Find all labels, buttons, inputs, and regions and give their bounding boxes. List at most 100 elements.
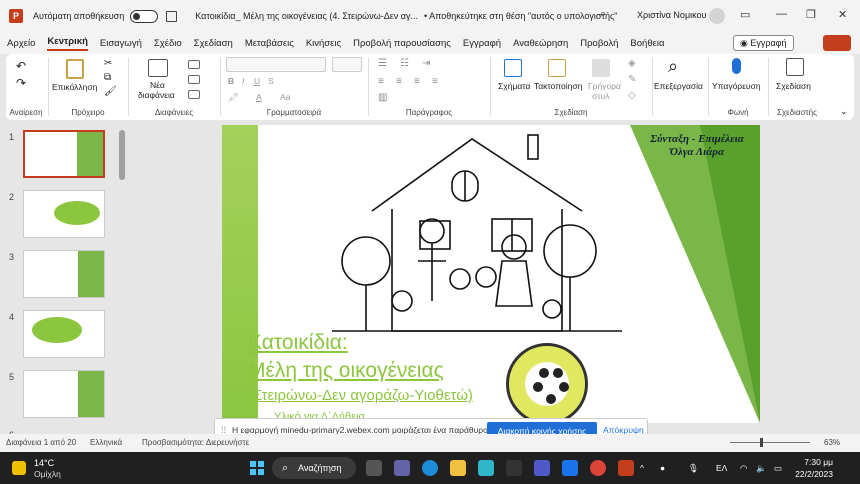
slide-thumbnail-3[interactable] (23, 250, 105, 298)
find-icon[interactable]: ⌕ (668, 56, 678, 77)
cut-icon[interactable]: ✂ (104, 58, 112, 69)
user-name[interactable]: Χριστίνα Νομικου (637, 10, 706, 20)
section-icon[interactable] (188, 90, 200, 99)
new-slide-label-1[interactable]: Νέα (150, 80, 165, 90)
font-size-input[interactable] (332, 57, 362, 72)
bold-icon[interactable]: B (228, 76, 234, 86)
font-color-icon[interactable]: A (256, 92, 262, 102)
edge-icon[interactable] (422, 460, 438, 476)
bullets-icon[interactable]: ☰ (378, 58, 387, 69)
task-view-icon[interactable] (366, 460, 382, 476)
quick-styles-icon[interactable] (592, 59, 610, 77)
zoom-slider-thumb[interactable] (760, 438, 763, 447)
slide[interactable]: Σύνταξη - Επιμέλεια Όλγα Λιάρα Κατοικίδι… (222, 125, 760, 423)
quick-styles-label-2[interactable]: στυλ (592, 91, 610, 101)
tab-design[interactable]: Σχεδίαση (194, 38, 233, 49)
italic-icon[interactable]: I (242, 76, 244, 86)
tab-record[interactable]: Εγγραφή (463, 38, 501, 49)
shape-fill-icon[interactable]: ◈ (628, 58, 636, 69)
paste-label[interactable]: Επικόλληση (52, 82, 97, 92)
tab-draw[interactable]: Σχέδιο (154, 38, 182, 49)
align-center-icon[interactable]: ≡ (396, 76, 402, 87)
tab-review[interactable]: Αναθεώρηση (513, 38, 568, 49)
editing-label[interactable]: Επεξεργασία (654, 81, 703, 91)
microphone-icon[interactable] (732, 58, 741, 74)
close-icon[interactable]: ✕ (838, 8, 847, 21)
mic-tray-icon[interactable]: 🎙 (688, 463, 699, 474)
undo-icon[interactable]: ↶ (16, 59, 26, 73)
redo-icon[interactable]: ↷ (16, 76, 26, 90)
align-left-icon[interactable]: ≡ (378, 76, 384, 87)
designer-label[interactable]: Σχεδίαση (776, 81, 811, 91)
quick-styles-label-1[interactable]: Γρήγορα (588, 81, 621, 91)
numbering-icon[interactable]: ☷ (400, 58, 409, 69)
ribbon-display-icon[interactable]: ▭ (740, 8, 750, 21)
teams-tray-icon[interactable]: ● (660, 463, 665, 473)
zoom-slider[interactable] (730, 442, 810, 443)
highlight-icon[interactable]: 🖍 (228, 92, 239, 103)
save-icon[interactable] (166, 10, 178, 22)
autosave-toggle[interactable] (130, 9, 159, 23)
share-button[interactable] (823, 35, 851, 51)
new-slide-label-2[interactable]: διαφάνεια (138, 90, 175, 100)
tab-slideshow[interactable]: Προβολή παρουσίασης (353, 38, 451, 49)
arrange-label[interactable]: Τακτοποίηση (534, 81, 582, 91)
clock-date[interactable]: 22/2/2023 (793, 469, 833, 479)
battery-icon[interactable]: ▭ (774, 463, 782, 474)
maximize-icon[interactable]: ❐ (806, 8, 816, 21)
tab-insert[interactable]: Εισαγωγή (100, 38, 142, 49)
slide-thumbnail-1[interactable] (23, 130, 105, 178)
font-name-input[interactable] (226, 57, 326, 72)
columns-icon[interactable]: ▥ (378, 92, 387, 103)
minimize-icon[interactable]: — (776, 8, 787, 20)
record-button[interactable]: ◉ Εγγραφή (733, 35, 794, 51)
tab-home[interactable]: Κεντρική (47, 36, 88, 51)
volume-icon[interactable]: 🔈 (756, 463, 767, 474)
input-language[interactable]: ΕΛ (716, 463, 727, 473)
chat-icon[interactable] (394, 460, 410, 476)
paste-icon[interactable] (66, 59, 84, 79)
slide-thumbnail-5[interactable] (23, 370, 105, 418)
temperature[interactable]: 14°C (34, 458, 54, 468)
webex-icon[interactable] (478, 460, 494, 476)
taskbar-search[interactable]: Αναζήτηση (272, 457, 356, 479)
start-icon[interactable] (250, 461, 264, 475)
indent-icon[interactable]: ⇥ (422, 58, 430, 69)
reset-icon[interactable] (188, 75, 200, 84)
designer-icon[interactable] (786, 58, 804, 76)
tab-help[interactable]: Βοήθεια (630, 38, 664, 49)
layout-icon[interactable] (188, 60, 200, 69)
language-status[interactable]: Ελληνικά (90, 438, 122, 447)
align-right-icon[interactable]: ≡ (414, 76, 420, 87)
weather-label[interactable]: Ομίχλη (34, 469, 61, 479)
new-slide-icon[interactable] (148, 59, 168, 77)
copy-icon[interactable]: ⧉ (104, 72, 111, 83)
search-icon[interactable]: ⌕ (600, 8, 606, 21)
shapes-label[interactable]: Σχήματα (498, 81, 530, 91)
shapes-icon[interactable] (504, 59, 522, 77)
weather-icon[interactable] (12, 461, 26, 475)
arrange-icon[interactable] (548, 59, 566, 77)
format-painter-icon[interactable]: 🖌 (104, 86, 117, 97)
wifi-icon[interactable]: ◠ (740, 463, 747, 474)
clock-time[interactable]: 7:30 μμ (793, 457, 833, 467)
grow-font-icon[interactable]: Aa (280, 92, 290, 102)
outlook-icon[interactable] (562, 460, 578, 476)
tab-transitions[interactable]: Μεταβάσεις (245, 38, 294, 49)
justify-icon[interactable]: ≡ (432, 76, 438, 87)
shadow-icon[interactable]: S (268, 76, 274, 86)
tab-file[interactable]: Αρχείο (7, 38, 35, 49)
thumbnail-scrollbar[interactable] (119, 130, 125, 420)
tray-overflow-icon[interactable]: ^ (640, 463, 644, 473)
file-explorer-icon[interactable] (450, 460, 466, 476)
tab-animations[interactable]: Κινήσεις (306, 38, 341, 49)
accessibility-status[interactable]: Προσβασιμότητα: Διερευνήστε (142, 438, 249, 447)
shape-outline-icon[interactable]: ✎ (628, 74, 636, 85)
zoom-level[interactable]: 63% (824, 438, 840, 447)
underline-icon[interactable]: U (254, 76, 260, 86)
shape-effects-icon[interactable]: ◇ (628, 90, 636, 101)
store-icon[interactable] (506, 460, 522, 476)
avatar[interactable] (709, 8, 725, 24)
slide-thumbnail-4[interactable] (23, 310, 105, 358)
teams-icon[interactable] (534, 460, 550, 476)
